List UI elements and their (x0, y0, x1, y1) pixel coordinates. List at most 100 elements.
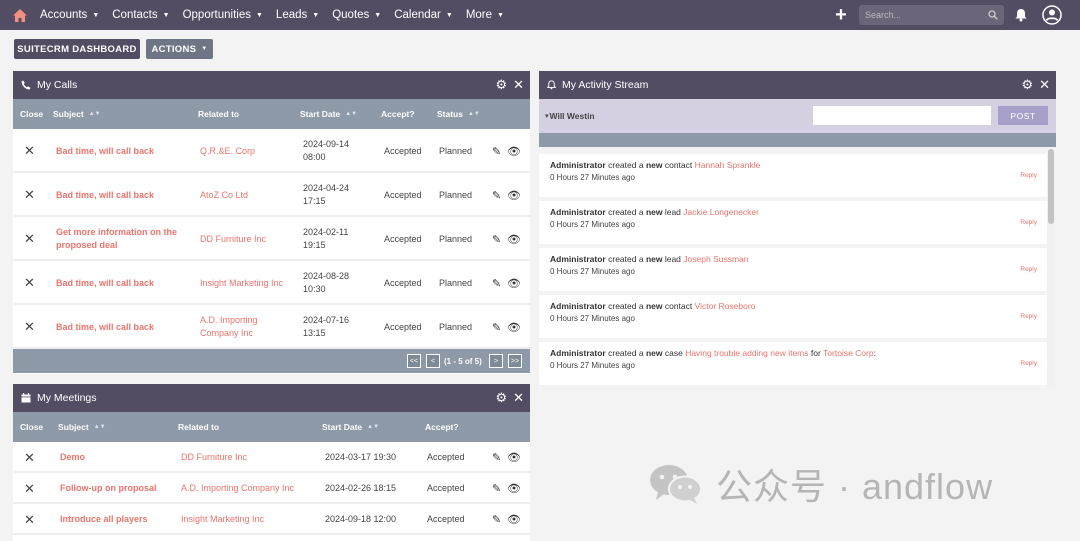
close-call-icon[interactable]: ✕ (24, 173, 35, 217)
prev-page-button[interactable]: < (426, 354, 440, 368)
reply-link[interactable]: Reply (1020, 360, 1037, 367)
related-link[interactable]: DD Furniture Inc (200, 217, 295, 261)
gear-icon[interactable]: ⚙ (495, 390, 507, 406)
col-status[interactable]: Status ▲▼ (437, 99, 480, 129)
gear-icon[interactable]: ⚙ (495, 77, 507, 93)
close-meeting-icon[interactable]: ✕ (24, 473, 35, 504)
view-eye-icon[interactable]: 👁 (507, 504, 521, 535)
caret-down-icon: ▼ (255, 11, 263, 19)
close-meeting-icon[interactable]: ✕ (24, 442, 35, 473)
post-input[interactable] (813, 106, 991, 125)
calendar-icon (21, 393, 31, 403)
user-avatar-icon[interactable] (1042, 5, 1062, 25)
call-subject-link[interactable]: Bad time, will call back (56, 305, 186, 349)
nav-opportunities[interactable]: Opportunities ▼ (183, 9, 263, 21)
nav-contacts[interactable]: Contacts ▼ (112, 9, 169, 21)
related-link[interactable]: A.D. Importing Company Inc (200, 305, 280, 349)
post-user[interactable]: ▾ Will Westin (545, 99, 595, 133)
col-subject[interactable]: Subject ▲▼ (58, 412, 106, 442)
post-button[interactable]: POST (998, 106, 1048, 125)
related-link[interactable]: AtoZ Co Ltd (200, 173, 295, 217)
close-call-icon[interactable]: ✕ (24, 305, 35, 349)
call-status: Planned (439, 277, 473, 288)
start-date: 2024-03-17 19:30 (325, 452, 397, 462)
actions-button[interactable]: ACTIONS ▼ (146, 39, 213, 59)
global-search[interactable] (859, 5, 1004, 25)
close-icon[interactable]: ✕ (513, 390, 524, 406)
activity-target-link[interactable]: Joseph Sussman (683, 254, 748, 264)
edit-icon[interactable]: ✎ (492, 217, 501, 261)
account-link[interactable]: Tortoise Corp (823, 348, 874, 358)
reply-link[interactable]: Reply (1020, 266, 1037, 273)
meeting-subject-link[interactable]: Demo (60, 442, 85, 473)
nav-more[interactable]: More ▼ (466, 9, 504, 21)
activity-target-link[interactable]: Hannah Sprankle (695, 160, 761, 170)
call-subject-link[interactable]: Bad time, will call back (56, 261, 186, 305)
col-start-date[interactable]: Start Date ▲▼ (322, 412, 379, 442)
activity-target-link[interactable]: Victor Roseboro (695, 301, 756, 311)
close-meeting-icon[interactable]: ✕ (24, 504, 35, 535)
caret-down-icon: ▼ (497, 11, 504, 19)
col-subject[interactable]: Subject ▲▼ (53, 99, 101, 129)
first-page-button[interactable]: << (407, 354, 421, 368)
reply-link[interactable]: Reply (1020, 219, 1037, 226)
scrollbar-thumb[interactable] (1048, 149, 1054, 224)
bell-icon[interactable] (1014, 8, 1028, 22)
related-link[interactable]: A.D. Importing Company Inc (181, 473, 294, 504)
related-link[interactable]: Insight Marketing Inc (200, 261, 295, 305)
home-icon (13, 8, 27, 22)
close-icon[interactable]: ✕ (513, 77, 524, 93)
nav-quotes[interactable]: Quotes ▼ (332, 9, 381, 21)
related-link[interactable]: Q.R.&E. Corp (200, 129, 295, 173)
edit-icon[interactable]: ✎ (492, 504, 501, 535)
home-button[interactable] (0, 0, 40, 30)
related-link[interactable]: DD Furniture Inc (181, 442, 247, 473)
view-eye-icon[interactable]: 👁 (507, 261, 521, 305)
edit-icon[interactable]: ✎ (492, 473, 501, 504)
accept-status: Accepted (427, 514, 465, 524)
create-plus-icon[interactable]: + (831, 5, 851, 25)
view-eye-icon[interactable]: 👁 (507, 473, 521, 504)
nav-leads[interactable]: Leads ▼ (276, 9, 319, 21)
call-status: Planned (439, 321, 473, 332)
close-call-icon[interactable]: ✕ (24, 217, 35, 261)
close-icon[interactable]: ✕ (1039, 77, 1050, 93)
col-start-date[interactable]: Start Date ▲▼ (300, 99, 357, 129)
activity-target-link[interactable]: Having trouble adding new items (685, 348, 808, 358)
close-call-icon[interactable]: ✕ (24, 129, 35, 173)
stream-scrollbar[interactable] (1047, 147, 1055, 388)
dashlet-header: My Calls ⚙ ✕ (13, 71, 530, 99)
activity-target-link[interactable]: Jackie Longenecker (683, 207, 759, 217)
edit-icon[interactable]: ✎ (492, 305, 501, 349)
view-eye-icon[interactable]: 👁 (507, 217, 521, 261)
nav-calendar[interactable]: Calendar ▼ (394, 9, 453, 21)
view-eye-icon[interactable]: 👁 (507, 305, 521, 349)
view-eye-icon[interactable]: 👁 (507, 442, 521, 473)
edit-icon[interactable]: ✎ (492, 261, 501, 305)
search-icon[interactable] (988, 10, 998, 20)
view-eye-icon[interactable]: 👁 (507, 173, 521, 217)
edit-icon[interactable]: ✎ (492, 442, 501, 473)
related-link[interactable]: Insight Marketing Inc (181, 504, 264, 535)
meeting-subject-link[interactable]: Follow-up on proposal (60, 473, 157, 504)
accept-status: Accepted (384, 233, 422, 244)
call-subject-link[interactable]: Get more information on the proposed dea… (56, 217, 186, 261)
gear-icon[interactable]: ⚙ (1021, 77, 1033, 93)
suitecrm-dashboard-button[interactable]: SUITECRM DASHBOARD (14, 39, 140, 59)
reply-link[interactable]: Reply (1020, 313, 1037, 320)
col-related: Related to (198, 109, 240, 119)
sort-icon: ▲▼ (367, 424, 380, 430)
call-subject-link[interactable]: Bad time, will call back (56, 173, 186, 217)
reply-link[interactable]: Reply (1020, 172, 1037, 179)
meeting-subject-link[interactable]: Introduce all players (60, 504, 148, 535)
edit-icon[interactable]: ✎ (492, 173, 501, 217)
close-call-icon[interactable]: ✕ (24, 261, 35, 305)
next-page-button[interactable]: > (489, 354, 503, 368)
call-subject-link[interactable]: Bad time, will call back (56, 129, 186, 173)
edit-icon[interactable]: ✎ (492, 129, 501, 173)
last-page-button[interactable]: >> (508, 354, 522, 368)
view-eye-icon[interactable]: 👁 (507, 129, 521, 173)
nav-accounts[interactable]: Accounts ▼ (40, 9, 99, 21)
search-input[interactable] (865, 10, 988, 20)
my-meetings-dashlet: My Meetings ⚙ ✕ Close Subject ▲▼ Related … (13, 384, 530, 541)
